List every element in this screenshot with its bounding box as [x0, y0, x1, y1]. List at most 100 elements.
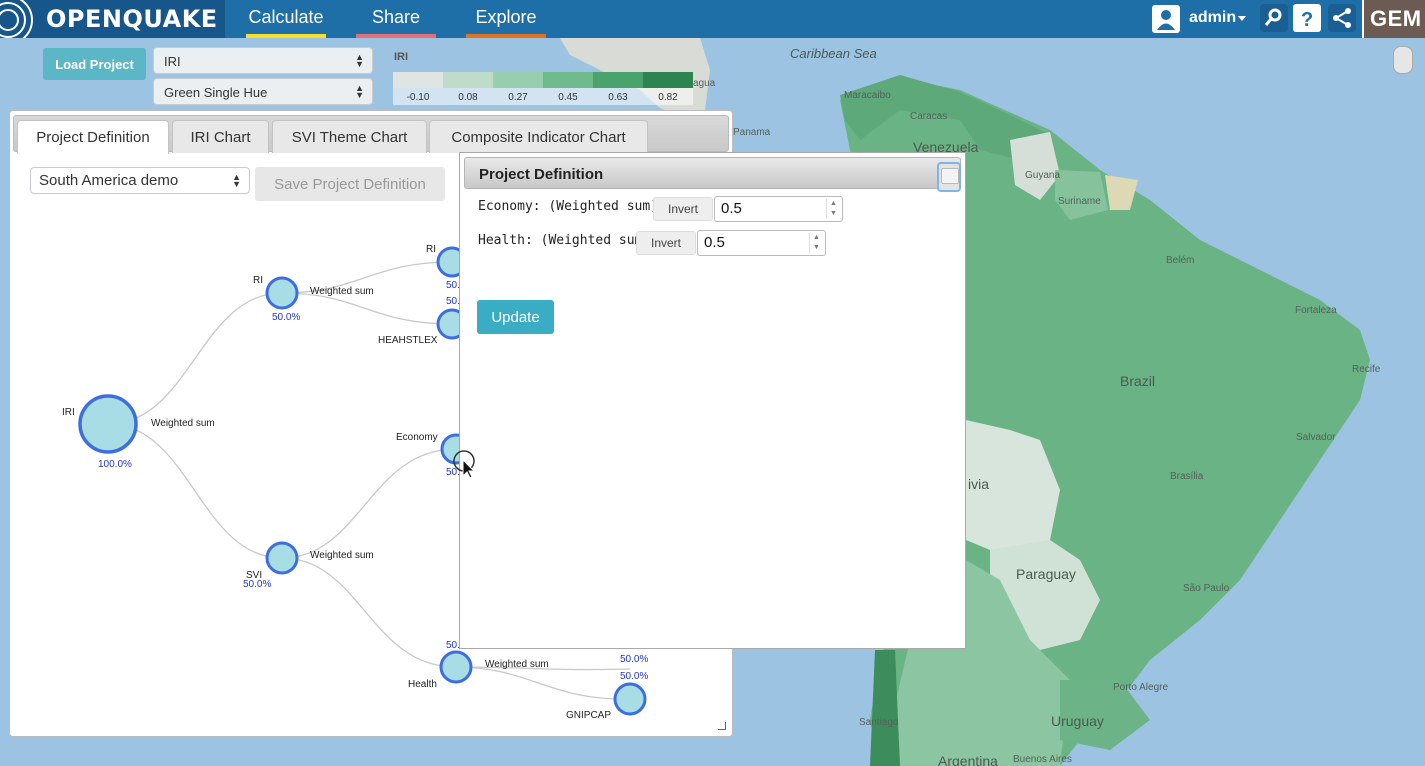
map-label-sea: Caribbean Sea	[790, 46, 877, 61]
tree-node-svi[interactable]	[265, 541, 299, 575]
user-avatar-icon[interactable]	[1152, 5, 1180, 33]
tree-pct-svi: 50.0%	[243, 579, 271, 590]
weight-input-economy-value: 0.5	[721, 200, 742, 217]
map-city-fortaleza: Fortaleza	[1295, 305, 1337, 316]
dialog-header[interactable]: Project Definition	[464, 157, 961, 192]
map-label-guyana: Guyana	[1025, 170, 1060, 181]
share-icon[interactable]	[1328, 4, 1356, 32]
tree-edge	[455, 666, 631, 700]
map-city-panama: Panama	[733, 127, 771, 138]
tree-label-ri: RI	[253, 275, 263, 286]
select-arrows-icon: ▲ ▼	[232, 172, 241, 189]
map-scroll-handle[interactable]	[1393, 46, 1413, 74]
tree-node-iri[interactable]	[78, 394, 138, 454]
field-label-economy: Economy: (Weighted sum)	[478, 199, 659, 214]
map-city-managua: agua	[693, 78, 716, 89]
invert-button-health[interactable]: Invert	[636, 231, 696, 255]
tree-edge-label: Weighted sum	[310, 286, 374, 297]
map-label-brazil: Brazil	[1120, 373, 1155, 389]
indicator-select-value: IRI	[164, 54, 181, 69]
tree-edge	[281, 448, 457, 559]
legend-label: 0.08	[458, 92, 478, 103]
invert-button-economy[interactable]: Invert	[653, 197, 713, 221]
tree-label-iri: IRI	[62, 407, 75, 418]
tree-node-ri[interactable]	[265, 276, 299, 310]
nav-explore-label: Explore	[475, 7, 537, 27]
map-label-paraguay: Paraguay	[1016, 566, 1076, 582]
legend-swatch	[593, 72, 643, 88]
gem-logo[interactable]: GEM	[1362, 0, 1425, 38]
tree-edge	[107, 292, 283, 425]
legend-swatch	[493, 72, 543, 88]
tree-pct-ri-child: 50.	[446, 280, 460, 291]
legend-label: 0.63	[608, 92, 628, 103]
legend-label: 0.27	[508, 92, 528, 103]
legend-swatch	[643, 72, 693, 88]
search-icon[interactable]	[1260, 4, 1288, 32]
spinner-icon[interactable]: ▲ ▼	[826, 199, 840, 219]
svg-text:?: ?	[1301, 9, 1313, 31]
load-project-button[interactable]: Load Project	[43, 48, 146, 80]
tree-pct-ri: 50.0%	[272, 312, 300, 323]
project-select[interactable]: South America demo ▲ ▼	[30, 167, 250, 194]
resize-grip-icon[interactable]	[718, 722, 726, 730]
map-city-maracaibo: Maracaibo	[844, 90, 891, 101]
nav-share-underline	[356, 34, 436, 38]
tree-edge-label: Weighted sum	[485, 659, 549, 670]
field-label-health: Health: (Weighted sum)	[478, 233, 651, 248]
weight-input-health[interactable]: 0.5 ▲ ▼	[697, 230, 826, 256]
brand-name: OPENQUAKE	[46, 5, 218, 33]
openquake-logo[interactable]: OPENQUAKE	[0, 0, 225, 38]
legend-label: 0.82	[658, 92, 678, 103]
map-city-recife: Recife	[1352, 364, 1381, 375]
nav-explore-underline	[466, 34, 546, 38]
mouse-cursor-icon	[453, 450, 476, 479]
tree-pct-heahstlex: 50.	[446, 296, 460, 307]
project-definition-dialog: Project Definition Economy: (Weighted su…	[459, 152, 966, 649]
map-city-belem: Belém	[1166, 255, 1194, 266]
update-button[interactable]: Update	[477, 300, 554, 334]
user-menu[interactable]: admin	[1189, 9, 1236, 27]
chile-region	[870, 650, 900, 766]
map-label-bolivia: ivia	[968, 476, 989, 492]
tree-pct-health: 50.	[446, 640, 460, 651]
nav-calculate[interactable]: Calculate	[246, 0, 326, 38]
tree-edge	[281, 557, 457, 668]
legend-swatch	[443, 72, 493, 88]
map-city-sao-paulo: São Paulo	[1183, 583, 1230, 594]
color-legend: -0.10 0.08 0.27 0.45 0.63 0.82	[393, 72, 693, 106]
weight-input-economy[interactable]: 0.5 ▲ ▼	[714, 196, 843, 222]
select-arrows-icon: ▲ ▼	[355, 83, 364, 100]
map-label-uruguay: Uruguay	[1051, 713, 1104, 729]
nav-explore[interactable]: Explore	[466, 0, 546, 38]
tree-edge	[107, 423, 283, 559]
spinner-icon[interactable]: ▲ ▼	[809, 233, 823, 253]
palette-select-value: Green Single Hue	[164, 85, 268, 100]
nav-share[interactable]: Share	[356, 0, 436, 38]
nav-calculate-underline	[246, 34, 326, 38]
legend-title: IRI	[394, 51, 409, 63]
tree-pct-extra: 50.0%	[620, 654, 648, 665]
indicator-select[interactable]: IRI ▲ ▼	[153, 47, 373, 74]
tree-node-gnipcap[interactable]	[613, 682, 647, 716]
legend-label: 0.45	[558, 92, 578, 103]
map-city-brasilia: Brasília	[1170, 471, 1204, 482]
legend-swatch	[543, 72, 593, 88]
map-city-caracas: Caracas	[910, 111, 947, 122]
legend-swatch	[393, 72, 443, 88]
tree-label-gnipcap: GNIPCAP	[566, 710, 611, 721]
map-label-argentina: Argentina	[938, 753, 998, 766]
map-city-santiago: Santiago	[859, 717, 899, 728]
weight-input-health-value: 0.5	[704, 234, 725, 251]
tree-node-health[interactable]	[439, 650, 473, 684]
palette-select[interactable]: Green Single Hue ▲ ▼	[153, 78, 373, 105]
tree-pct-iri: 100.0%	[98, 459, 132, 470]
map-city-buenos-aires: Buenos Aires	[1013, 754, 1072, 765]
project-select-value: South America demo	[39, 172, 179, 189]
tree-label-ri-child: RI	[426, 244, 436, 255]
close-icon[interactable]	[937, 162, 961, 192]
nav-calculate-label: Calculate	[248, 7, 324, 27]
top-navbar: OPENQUAKE Calculate Share Explore admin …	[0, 0, 1425, 38]
help-icon[interactable]: ?	[1293, 4, 1321, 32]
select-arrows-icon: ▲ ▼	[355, 52, 364, 69]
